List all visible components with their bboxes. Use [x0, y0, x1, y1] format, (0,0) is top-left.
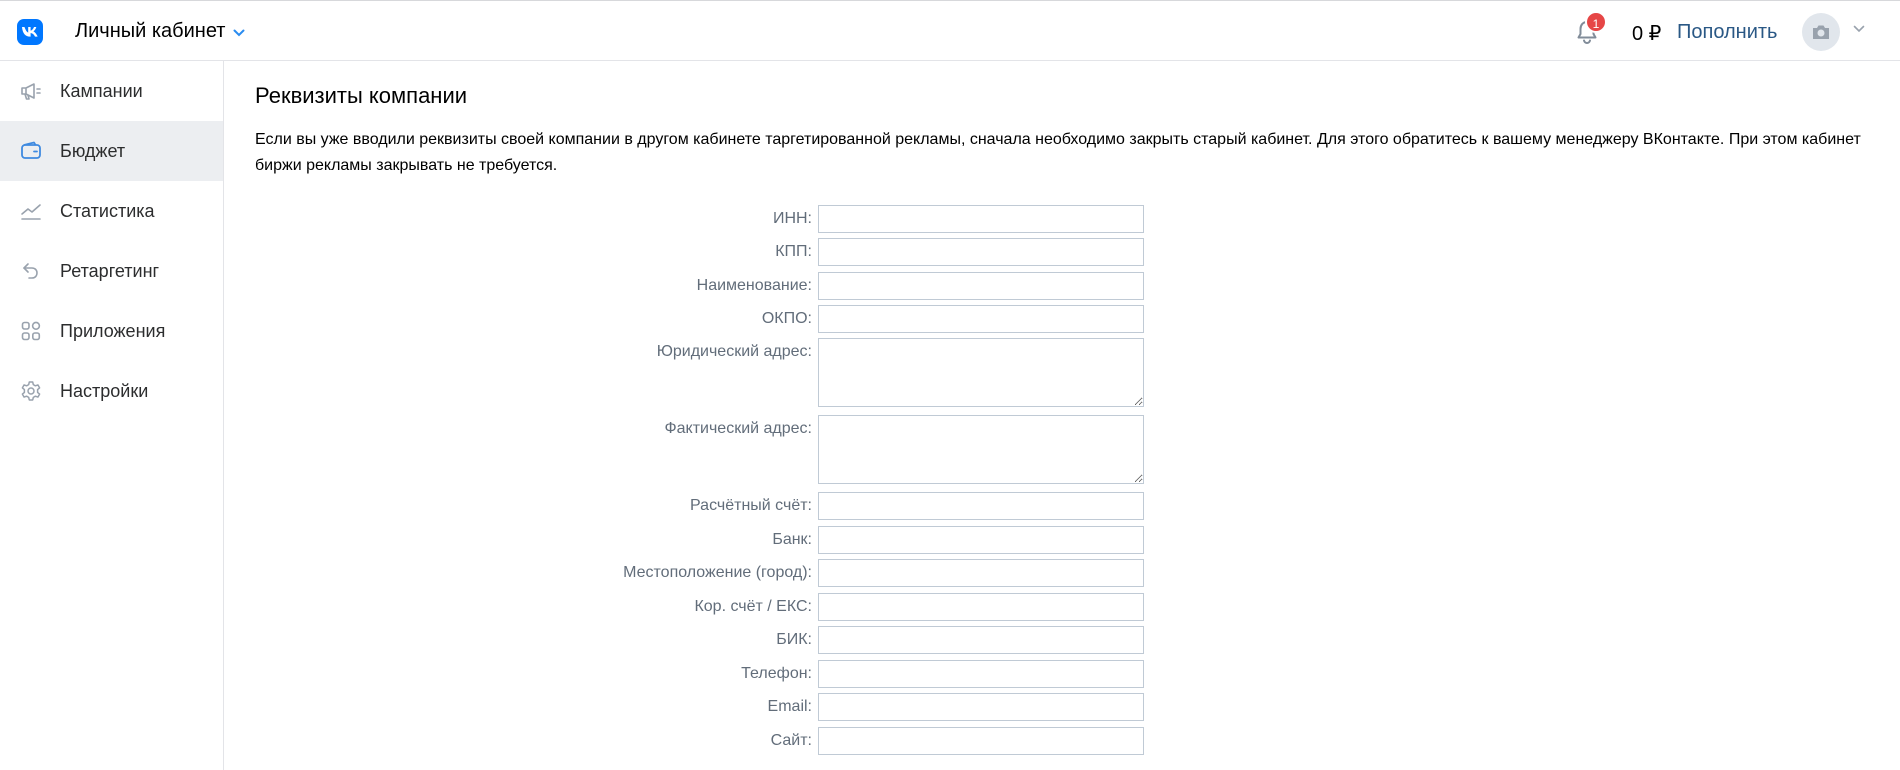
inn-label: ИНН:	[772, 210, 812, 227]
sidebar-item-label: Ретаргетинг	[60, 260, 160, 281]
sidebar-item-campaigns[interactable]: Кампании	[0, 61, 223, 121]
bank-label: Банк:	[772, 531, 812, 548]
sidebar: Кампании Бюджет Статистика Ретаргетинг П…	[0, 61, 224, 770]
site-field[interactable]	[818, 727, 1144, 755]
sidebar-item-label: Статистика	[60, 200, 155, 221]
inn-field[interactable]	[818, 205, 1144, 233]
camera-icon	[1813, 25, 1829, 39]
account-field[interactable]	[818, 492, 1144, 520]
sidebar-item-label: Бюджет	[60, 140, 126, 161]
email-label: Email:	[767, 698, 812, 715]
retarget-arrow-icon	[19, 259, 43, 283]
okpo-label: ОКПО:	[761, 310, 812, 327]
chevron-down-icon	[233, 26, 245, 40]
bik-field[interactable]	[818, 626, 1144, 654]
okpo-field[interactable]	[818, 305, 1144, 333]
sidebar-item-label: Настройки	[60, 380, 149, 401]
sidebar-item-label: Кампании	[60, 80, 143, 101]
kpp-label: КПП:	[775, 243, 812, 260]
sidebar-item-apps[interactable]: Приложения	[0, 301, 223, 361]
sidebar-item-budget[interactable]: Бюджет	[0, 121, 223, 181]
page-title: Реквизиты компании	[255, 83, 468, 108]
city-field[interactable]	[818, 559, 1144, 587]
phone-field[interactable]	[818, 660, 1144, 688]
site-label: Сайт:	[770, 732, 812, 749]
gear-icon	[19, 379, 43, 403]
city-label: Местоположение (город):	[623, 564, 812, 581]
sidebar-item-statistics[interactable]: Статистика	[0, 181, 223, 241]
cabinet-selector[interactable]: Личный кабинет	[75, 20, 245, 43]
actual-address-label: Фактический адрес:	[664, 420, 812, 437]
legal-address-label: Юридический адрес:	[656, 343, 812, 360]
notification-badge: 1	[1585, 11, 1607, 33]
corr-account-label: Кор. счёт / ЕКС:	[694, 598, 812, 615]
legal-address-field[interactable]	[818, 338, 1144, 407]
name-field[interactable]	[818, 272, 1144, 300]
sidebar-item-settings[interactable]: Настройки	[0, 361, 223, 421]
actual-address-field[interactable]	[818, 415, 1144, 484]
bik-label: БИК:	[776, 631, 812, 648]
phone-label: Телефон:	[741, 665, 812, 682]
balance-amount: 0 ₽	[1632, 23, 1662, 45]
vk-logo-icon[interactable]	[17, 19, 43, 45]
cabinet-title: Личный кабинет	[75, 20, 226, 42]
chart-line-icon	[19, 199, 43, 223]
email-field[interactable]	[818, 693, 1144, 721]
topup-link[interactable]: Пополнить	[1677, 21, 1777, 44]
sidebar-item-retargeting[interactable]: Ретаргетинг	[0, 241, 223, 301]
chevron-down-icon[interactable]	[1853, 22, 1865, 36]
apps-grid-icon	[19, 319, 43, 343]
account-label: Расчётный счёт:	[690, 497, 812, 514]
top-header: Личный кабинет 1 0 ₽ Пополнить	[0, 0, 1900, 61]
name-label: Наименование:	[696, 277, 812, 294]
corr-account-field[interactable]	[818, 593, 1144, 621]
notice-text: Если вы уже вводили реквизиты своей комп…	[255, 131, 1861, 174]
sidebar-item-label: Приложения	[60, 320, 166, 341]
wallet-icon	[19, 139, 43, 163]
bank-field[interactable]	[818, 526, 1144, 554]
megaphone-icon	[19, 79, 43, 103]
kpp-field[interactable]	[818, 238, 1144, 266]
avatar[interactable]	[1802, 13, 1840, 51]
